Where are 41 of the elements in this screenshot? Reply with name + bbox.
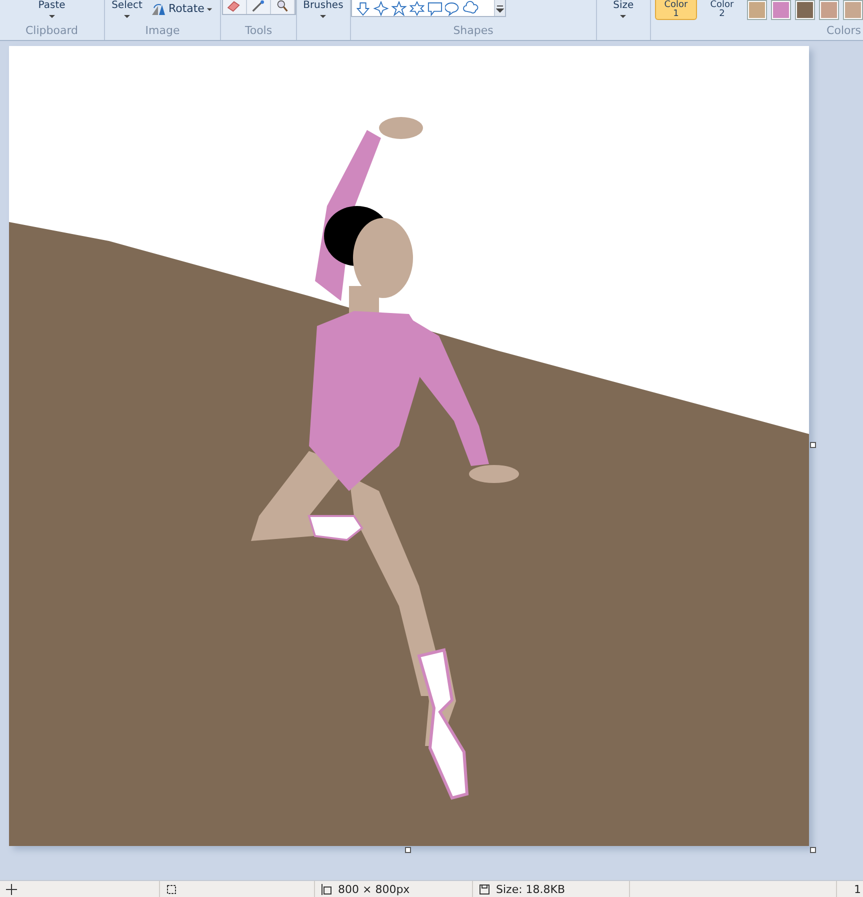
zoom-level: 1 — [854, 882, 861, 896]
color-swatch[interactable] — [795, 0, 815, 20]
six-point-star-icon[interactable] — [408, 0, 425, 16]
image-dimensions: 800 × 800px — [338, 882, 410, 896]
file-size: Size: 18.8KB — [496, 882, 566, 896]
color-swatch[interactable] — [843, 0, 863, 20]
color-select-button[interactable]: Color 2 — [701, 0, 743, 20]
rotate-icon — [150, 2, 166, 16]
caret-icon — [206, 6, 214, 12]
rotate-button[interactable]: Rotate — [148, 0, 216, 18]
arrow-down-shape-icon[interactable] — [354, 0, 371, 16]
resize-handle[interactable] — [810, 442, 816, 448]
resize-handle[interactable] — [810, 847, 816, 853]
oval-callout-icon[interactable] — [444, 0, 461, 16]
rectangle-callout-icon[interactable] — [426, 0, 443, 16]
four-point-star-icon[interactable] — [372, 0, 389, 16]
caret-icon — [48, 14, 56, 19]
more-shapes-button[interactable] — [494, 0, 505, 16]
select-button[interactable]: Select — [110, 0, 144, 19]
expand-icon — [496, 4, 504, 12]
color-swatch[interactable] — [819, 0, 839, 20]
group-label: Shapes — [452, 24, 494, 39]
dropdown-button[interactable]: Brushes — [301, 0, 346, 19]
dropdown-button[interactable]: Size — [611, 0, 636, 19]
color-select-button[interactable]: Color 1 — [655, 0, 697, 20]
cloud-callout-icon[interactable] — [462, 0, 479, 16]
canvas-size-icon — [321, 884, 332, 894]
caret-icon — [319, 14, 328, 19]
star-icon[interactable] — [390, 0, 407, 16]
group-label: Image — [144, 24, 181, 39]
caret-icon — [619, 14, 628, 19]
move-icon — [6, 884, 17, 894]
color-swatch[interactable] — [747, 0, 767, 20]
group-label: Clipboard — [24, 24, 80, 39]
dropdown-button[interactable]: Paste — [36, 0, 68, 19]
color-swatch[interactable] — [771, 0, 791, 20]
selection-icon — [166, 884, 177, 894]
group-label: Colors — [826, 24, 862, 39]
resize-handle[interactable] — [405, 847, 411, 853]
caret-icon — [123, 14, 131, 19]
group-label: Tools — [244, 24, 274, 39]
